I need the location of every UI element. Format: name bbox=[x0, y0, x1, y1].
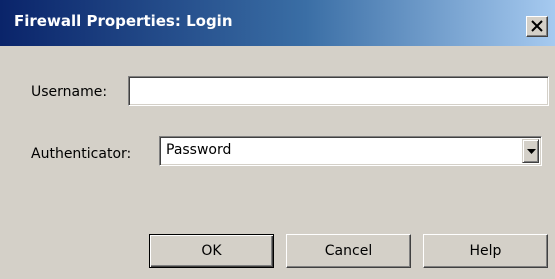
authenticator-selected-value: Password bbox=[166, 142, 232, 158]
cancel-button[interactable]: Cancel bbox=[286, 234, 411, 268]
title-bar[interactable]: Firewall Properties: Login bbox=[0, 0, 555, 46]
username-label: Username: bbox=[31, 84, 108, 100]
ok-button[interactable]: OK bbox=[149, 234, 274, 268]
authenticator-dropdown-button[interactable] bbox=[522, 139, 539, 163]
window-title: Firewall Properties: Login bbox=[14, 12, 233, 30]
close-button[interactable] bbox=[526, 16, 548, 37]
authenticator-select[interactable]: Password bbox=[159, 136, 542, 166]
authenticator-label: Authenticator: bbox=[31, 146, 132, 162]
chevron-down-icon bbox=[527, 149, 536, 154]
username-input[interactable] bbox=[128, 76, 549, 106]
help-button[interactable]: Help bbox=[423, 234, 548, 268]
close-icon bbox=[531, 20, 543, 32]
firewall-login-dialog: Firewall Properties: Login Username: Aut… bbox=[0, 0, 555, 279]
